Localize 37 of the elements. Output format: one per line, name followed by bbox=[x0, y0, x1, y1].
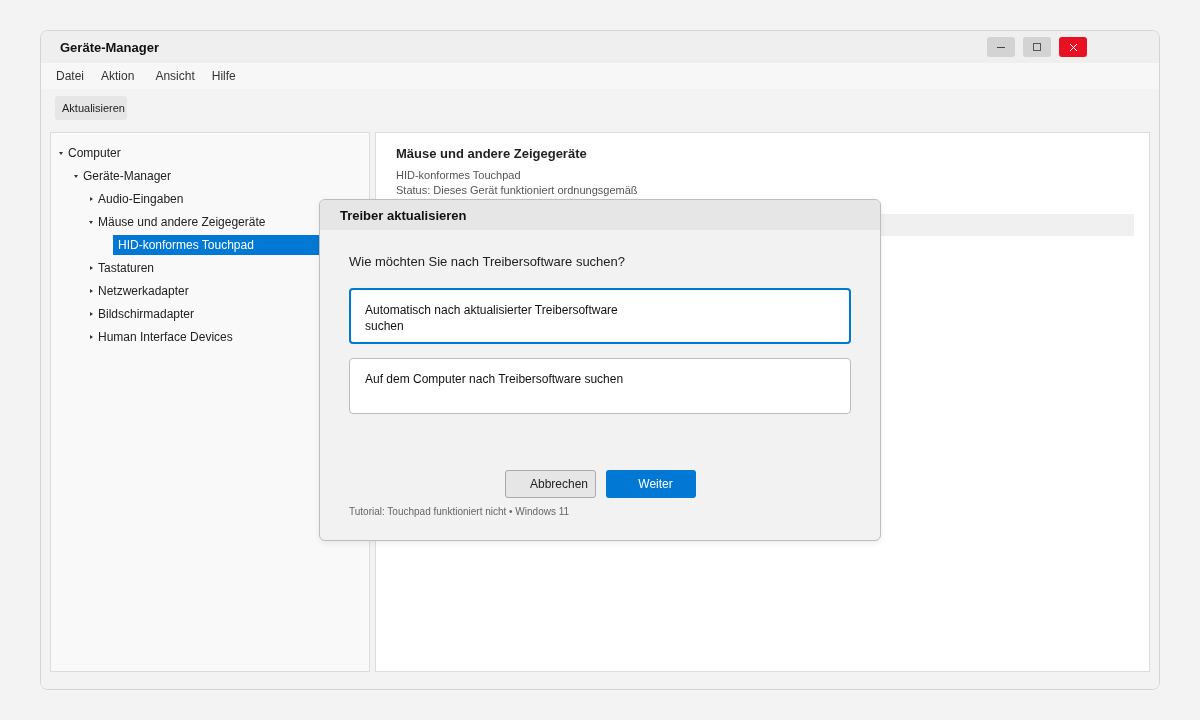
option-card[interactable]: Auf dem Computer nach Treibersoftware suchen bbox=[349, 358, 851, 414]
minimize-icon bbox=[997, 46, 1005, 48]
tree-item[interactable]: Mäuse und andere Zeigegeräte bbox=[89, 211, 266, 232]
expanded-caret-icon bbox=[59, 150, 63, 155]
menu-item[interactable]: Aktion bbox=[101, 69, 135, 83]
option-card[interactable]: Automatisch nach aktualisierter Treibersoftware suchen bbox=[349, 288, 851, 344]
dialog-question: Wie möchten Sie nach Treibersoftware suchen? bbox=[349, 254, 627, 269]
menu-item[interactable]: Ansicht bbox=[155, 69, 195, 83]
details-heading: Mäuse und andere Zeigegeräte bbox=[396, 146, 588, 161]
tree-item[interactable]: Tastaturen bbox=[89, 257, 155, 278]
close-button[interactable] bbox=[1059, 37, 1087, 57]
collapsed-caret-icon bbox=[89, 265, 93, 270]
expanded-caret-icon bbox=[74, 173, 78, 178]
tree-item[interactable]: Geräte-Manager bbox=[74, 165, 172, 186]
next-button[interactable]: Weiter bbox=[605, 470, 696, 498]
window-title: Geräte-Manager bbox=[60, 39, 159, 55]
tree-item[interactable]: Computer bbox=[59, 142, 121, 163]
tree-item[interactable]: Audio-Eingaben bbox=[89, 188, 184, 209]
collapsed-caret-icon bbox=[89, 288, 93, 293]
menu-item[interactable]: Hilfe bbox=[211, 69, 236, 83]
expanded-caret-icon bbox=[89, 219, 93, 224]
refresh-button[interactable]: Aktualisieren bbox=[55, 95, 127, 120]
details-text: Status: Dieses Gerät funktioniert ordnungsgemäß bbox=[396, 184, 639, 196]
footer-caption: Tutorial: Touchpad funktioniert nicht • Windows 11 bbox=[349, 506, 571, 517]
maximize-icon bbox=[1033, 43, 1041, 51]
collapsed-caret-icon bbox=[89, 311, 93, 316]
details-text: HID-konformes Touchpad bbox=[396, 169, 522, 181]
tree-item[interactable]: Netzwerkadapter bbox=[89, 280, 189, 301]
collapsed-caret-icon bbox=[89, 334, 93, 339]
dialog-title: Treiber aktualisieren bbox=[320, 200, 880, 230]
cancel-button[interactable]: Abbrechen bbox=[504, 470, 596, 498]
menu-item[interactable]: Datei bbox=[56, 69, 84, 83]
collapsed-caret-icon bbox=[89, 196, 93, 201]
tree-item[interactable]: Bildschirmadapter bbox=[89, 303, 195, 324]
maximize-button[interactable] bbox=[1023, 37, 1051, 57]
tree-item[interactable]: Human Interface Devices bbox=[89, 326, 233, 347]
close-icon bbox=[1069, 43, 1077, 51]
